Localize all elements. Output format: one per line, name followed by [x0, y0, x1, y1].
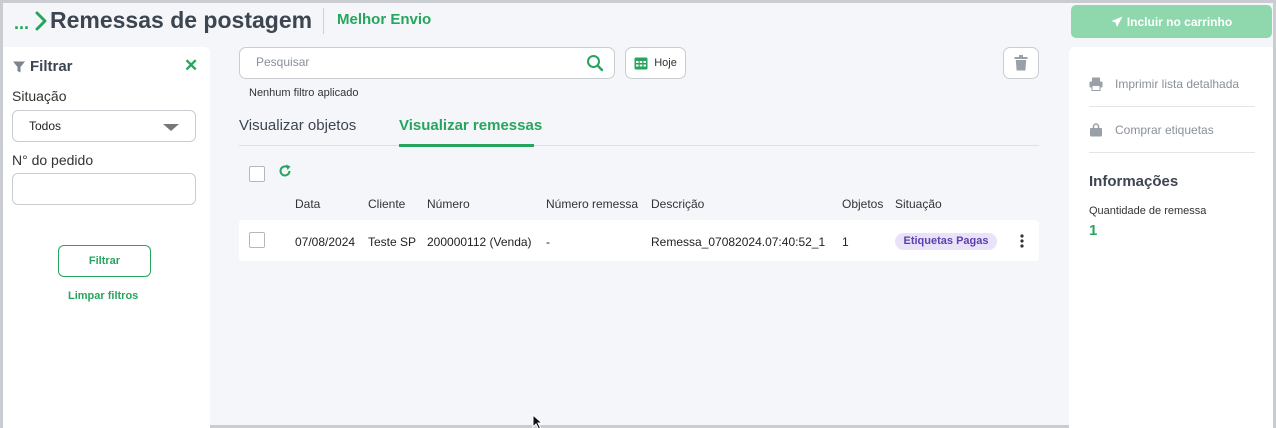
actions-panel: Imprimir lista detalhada Comprar etiquet…	[1069, 47, 1273, 428]
column-header-date: Data	[295, 197, 321, 211]
tabs-divider	[239, 145, 1039, 146]
buy-labels-button[interactable]: Comprar etiquetas	[1089, 123, 1214, 137]
cell-client: Teste SP	[368, 235, 417, 249]
select-all-checkbox[interactable]	[249, 166, 265, 182]
mouse-cursor-icon	[532, 413, 544, 428]
delete-button[interactable]	[1003, 47, 1039, 79]
paper-plane-icon	[1111, 16, 1123, 27]
more-options-icon[interactable]	[1020, 234, 1024, 253]
search-icon[interactable]	[586, 54, 604, 77]
tab-view-objects[interactable]: Visualizar objetos	[239, 117, 356, 134]
caret-down-icon	[163, 124, 179, 131]
cell-number: 200000112 (Venda)	[427, 235, 532, 249]
print-detailed-list-button[interactable]: Imprimir lista detalhada	[1089, 77, 1239, 91]
printer-icon	[1089, 77, 1103, 91]
page-title: Remessas de postagem	[50, 7, 313, 33]
column-header-client: Cliente	[368, 197, 406, 211]
no-filter-text: Nenhum filtro aplicado	[249, 87, 359, 99]
search-field[interactable]	[239, 47, 615, 79]
info-title: Informações	[1089, 173, 1179, 190]
order-number-label: N° do pedido	[12, 152, 94, 168]
date-filter-label: Hoje	[654, 57, 677, 69]
tab-view-shipments[interactable]: Visualizar remessas	[399, 117, 542, 134]
apply-filter-button[interactable]: Filtrar	[58, 245, 151, 277]
divider	[1089, 106, 1255, 107]
status-badge: Etiquetas Pagas	[895, 233, 997, 250]
column-header-description: Descrição	[651, 197, 705, 211]
date-filter-button[interactable]: Hoje	[625, 47, 686, 79]
title-divider	[323, 8, 324, 34]
divider	[1089, 152, 1255, 153]
cell-shipment-number: -	[546, 235, 550, 249]
cell-objects: 1	[842, 235, 849, 249]
search-input[interactable]	[256, 48, 576, 76]
funnel-icon	[13, 61, 25, 72]
clear-filters-link[interactable]: Limpar filtros	[68, 290, 138, 302]
add-to-cart-label: Incluir no carrinho	[1126, 14, 1233, 29]
calendar-icon	[634, 57, 648, 70]
close-icon[interactable]: ✕	[184, 56, 198, 76]
top-bar: ... Remessas de postagem Melhor Envio In…	[3, 3, 1273, 43]
brand-label: Melhor Envio	[337, 11, 432, 28]
trash-icon	[1014, 55, 1028, 71]
active-tab-indicator	[399, 144, 534, 147]
buy-labels-label: Comprar etiquetas	[1115, 123, 1214, 137]
column-header-shipment-number: Número remessa	[546, 197, 639, 211]
cell-description: Remessa_07082024.07:40:52_1	[651, 235, 826, 249]
filter-panel: Filtrar ✕ Situação Todos N° do pedido Fi…	[3, 47, 210, 428]
status-label: Situação	[12, 88, 67, 104]
status-select[interactable]: Todos	[12, 110, 196, 142]
column-header-status: Situação	[895, 197, 942, 211]
shipment-quantity-value: 1	[1089, 222, 1098, 239]
shopping-bag-icon	[1090, 123, 1102, 137]
order-number-input[interactable]	[12, 173, 196, 205]
status-select-value: Todos	[29, 119, 62, 133]
filter-title: Filtrar	[30, 58, 73, 75]
add-to-cart-button[interactable]: Incluir no carrinho	[1071, 5, 1272, 38]
chevron-right-icon	[35, 11, 47, 36]
shipment-quantity-label: Quantidade de remessa	[1089, 205, 1207, 217]
print-detailed-list-label: Imprimir lista detalhada	[1115, 77, 1240, 91]
filter-header: Filtrar	[13, 58, 73, 75]
column-header-number: Número	[427, 197, 470, 211]
cell-date: 07/08/2024	[295, 235, 356, 249]
refresh-icon[interactable]	[278, 164, 292, 183]
column-header-objects: Objetos	[842, 197, 884, 211]
breadcrumb-ellipsis[interactable]: ...	[14, 13, 29, 34]
row-checkbox[interactable]	[249, 232, 265, 248]
